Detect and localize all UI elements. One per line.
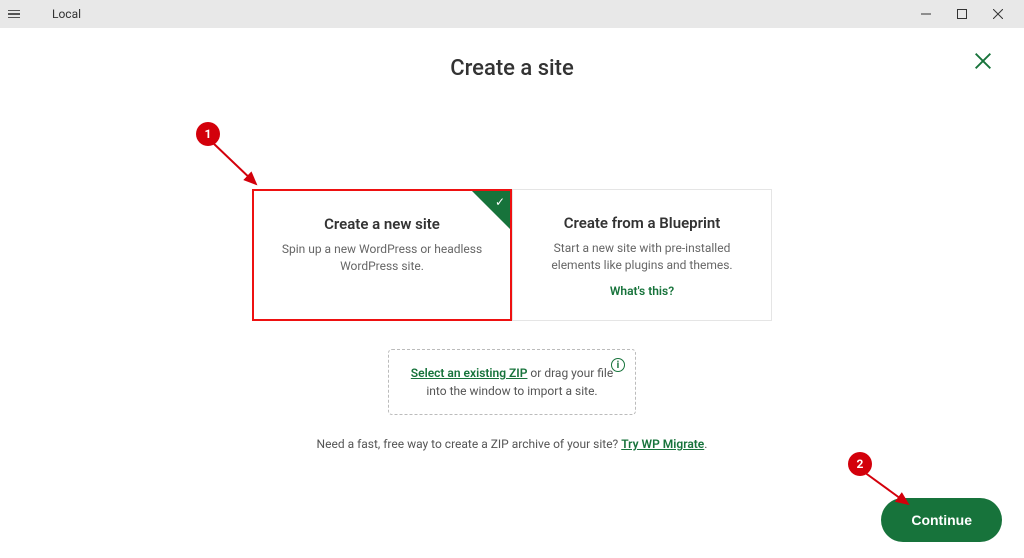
check-icon: ✓ (495, 195, 505, 209)
option-title: Create a new site (274, 215, 490, 233)
window-title: Local (52, 7, 81, 21)
menu-icon[interactable] (8, 6, 24, 22)
window-close-button[interactable] (980, 0, 1016, 28)
option-description: Start a new site with pre-installed elem… (533, 240, 751, 274)
option-description: Spin up a new WordPress or headless Word… (274, 241, 490, 275)
annotation-badge-2: 2 (848, 452, 872, 476)
whats-this-link[interactable]: What's this? (533, 284, 751, 298)
annotation-arrow-1 (206, 136, 266, 192)
dialog-area: Create a site ✓ Create a new site Spin u… (0, 28, 1024, 558)
option-title: Create from a Blueprint (533, 214, 751, 232)
option-create-new-site[interactable]: ✓ Create a new site Spin up a new WordPr… (252, 189, 512, 321)
window-titlebar: Local (0, 0, 1024, 28)
select-zip-link[interactable]: Select an existing ZIP (411, 366, 528, 380)
migrate-prefix: Need a fast, free way to create a ZIP ar… (317, 437, 622, 451)
info-icon[interactable]: i (611, 358, 625, 372)
wp-migrate-hint: Need a fast, free way to create a ZIP ar… (0, 437, 1024, 451)
option-create-from-blueprint[interactable]: Create from a Blueprint Start a new site… (512, 189, 772, 321)
continue-button[interactable]: Continue (881, 498, 1002, 542)
page-title: Create a site (0, 28, 1024, 81)
close-icon[interactable] (972, 50, 996, 74)
option-cards: ✓ Create a new site Spin up a new WordPr… (0, 189, 1024, 321)
migrate-suffix: . (704, 437, 707, 451)
annotation-badge-1: 1 (196, 122, 220, 146)
zip-import-dropzone[interactable]: i Select an existing ZIP or drag your fi… (388, 349, 636, 415)
try-wp-migrate-link[interactable]: Try WP Migrate (621, 437, 704, 451)
maximize-button[interactable] (944, 0, 980, 28)
minimize-button[interactable] (908, 0, 944, 28)
